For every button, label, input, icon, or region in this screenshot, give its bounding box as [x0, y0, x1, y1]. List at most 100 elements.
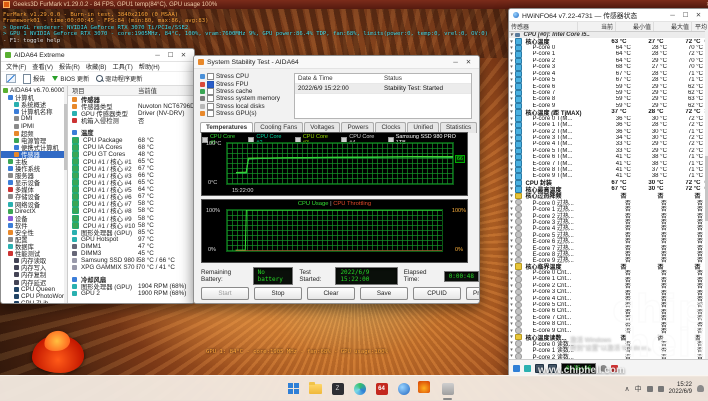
tree-item[interactable]: 计算机名称: [1, 108, 67, 115]
menu-item[interactable]: 报告(R): [59, 62, 80, 71]
tree-item[interactable]: 安全性: [1, 229, 67, 236]
expand-arrow-icon[interactable]: ▾: [509, 289, 514, 295]
notification-bell-icon[interactable]: [697, 385, 704, 392]
tree-scrollbar[interactable]: [64, 86, 67, 304]
expand-arrow-icon[interactable]: ▾: [509, 122, 514, 128]
network-icon[interactable]: [647, 386, 653, 392]
expand-arrow-icon[interactable]: ▾: [509, 257, 514, 263]
expand-arrow-icon[interactable]: ▾: [509, 116, 514, 122]
stress-option[interactable]: Stress GPU(s): [200, 110, 280, 117]
stress-checkbox[interactable]: [207, 103, 214, 110]
tree-item[interactable]: 内存延迟: [1, 279, 67, 286]
stress-option[interactable]: Stress system memory: [200, 95, 280, 102]
expand-arrow-icon[interactable]: ▾: [509, 340, 514, 346]
hwinfo-sensor-row[interactable]: ▾ P-core 1 T(M... 36 °C 28 °C 72 °C 34 °…: [509, 122, 708, 128]
expand-arrow-icon[interactable]: ▾: [509, 173, 514, 179]
expand-arrow-icon[interactable]: ▾: [509, 129, 514, 135]
sensor-row[interactable]: CPU Package 68 °C: [68, 136, 194, 143]
expand-arrow-icon[interactable]: ▾: [509, 109, 514, 115]
hwinfo-sensor-row[interactable]: ▾ E-core 6 59 °C 29 °C 62 °C 58 °C: [509, 83, 708, 89]
sensor-row[interactable]: 图形处理器 (GPU) 85 °C: [68, 229, 194, 236]
tree-item[interactable]: 配置: [1, 236, 67, 243]
expand-arrow-icon[interactable]: ▾: [509, 193, 514, 199]
minimize-icon[interactable]: ─: [449, 57, 462, 68]
close-icon[interactable]: ✕: [692, 10, 705, 21]
expand-arrow-icon[interactable]: ▾: [509, 251, 514, 257]
log-row[interactable]: 2022/6/9 15:22:00 Stability Test: Starte…: [295, 84, 471, 94]
tree-item[interactable]: CPU ZLib: [1, 300, 67, 304]
minimize-icon[interactable]: ─: [666, 10, 679, 21]
maximize-icon[interactable]: ☐: [164, 50, 177, 61]
start-button[interactable]: [286, 381, 301, 396]
stress-checkbox[interactable]: [207, 95, 214, 102]
hwinfo-sensor-row[interactable]: ▾ E-core 8 T(M... 41 °C 37 °C 71 °C 42 °…: [509, 167, 708, 173]
expand-arrow-icon[interactable]: ▾: [509, 238, 514, 244]
expand-arrow-icon[interactable]: ▾: [509, 263, 514, 269]
close-icon[interactable]: ✕: [177, 50, 190, 61]
hwinfo-sensor-row[interactable]: ▾ E-core 8 59 °C 29 °C 63 °C 58 °C: [509, 96, 708, 102]
expand-arrow-icon[interactable]: ▾: [509, 64, 514, 70]
expand-arrow-icon[interactable]: ▾: [509, 244, 514, 250]
expand-arrow-icon[interactable]: ▾: [509, 167, 514, 173]
expand-arrow-icon[interactable]: ▾: [509, 84, 514, 90]
close-icon[interactable]: ✕: [462, 57, 475, 68]
expand-arrow-icon[interactable]: ▾: [509, 186, 514, 192]
expand-arrow-icon[interactable]: ▾: [509, 154, 514, 160]
stability-test-titlebar[interactable]: System Stability Test - AIDA64 ─ ✕: [194, 56, 479, 69]
hwinfo-sensor-row[interactable]: ▾ 核心温度 63 °C 27 °C 72 °C 63 °C: [509, 38, 708, 44]
action-button[interactable]: Start: [201, 287, 249, 300]
hwinfo-sensor-row[interactable]: ▾ E-core 6 T(M... 41 °C 38 °C 71 °C 42 °…: [509, 154, 708, 160]
expand-arrow-icon[interactable]: ▾: [509, 321, 514, 327]
expand-arrow-icon[interactable]: ▾: [509, 32, 514, 38]
expand-arrow-icon[interactable]: ▾: [509, 180, 514, 186]
aida64-taskbar-button[interactable]: 64: [374, 381, 389, 396]
hwinfo-sensor-row[interactable]: ▾ P-core 3 T(M... 34 °C 30 °C 72 °C 34 °…: [509, 135, 708, 141]
sensor-row[interactable]: 温度: [68, 129, 194, 136]
aida64-titlebar[interactable]: AIDA64 Extreme ─ ☐ ✕: [1, 49, 194, 62]
expand-arrow-icon[interactable]: ▾: [509, 302, 514, 308]
tree-item[interactable]: IPMI: [1, 122, 67, 129]
maximize-icon[interactable]: ☐: [679, 10, 692, 21]
sensor-row[interactable]: DIMM3 45 °C: [68, 250, 194, 257]
expand-arrow-icon[interactable]: ▾: [509, 308, 514, 314]
stress-option[interactable]: Stress CPU: [200, 73, 280, 80]
tree-item[interactable]: AIDA64 v6.70.6000: [1, 87, 67, 94]
minimize-icon[interactable]: ─: [151, 50, 164, 61]
hwinfo-sensor-row[interactable]: ▾ P-core 0 64 °C 28 °C 70 °C 63 °C: [509, 45, 708, 51]
ime-indicator[interactable]: 中: [635, 384, 642, 394]
tree-item[interactable]: 操作系统: [1, 165, 67, 172]
columns-arrows-icon[interactable]: [513, 365, 520, 372]
stress-checkbox[interactable]: [207, 110, 214, 117]
sensor-row[interactable]: DIMM1 47 °C: [68, 243, 194, 250]
menu-item[interactable]: 收藏(B): [86, 62, 107, 71]
sensor-row[interactable]: 图形处理器 (GPU) 1904 RPM (68%): [68, 283, 194, 290]
expand-arrow-icon[interactable]: ▾: [509, 276, 514, 282]
tray-overflow-chevron-icon[interactable]: ∧: [625, 385, 630, 393]
expand-arrow-icon[interactable]: ▾: [509, 334, 514, 340]
action-button[interactable]: CPUID: [413, 287, 461, 300]
expand-arrow-icon[interactable]: ▾: [509, 90, 514, 96]
expand-arrow-icon[interactable]: ▾: [509, 283, 514, 289]
tree-item[interactable]: 网络设备: [1, 201, 67, 208]
tree-item[interactable]: DirectX: [1, 208, 67, 215]
hwinfo-sensor-row[interactable]: ▾ P-core 2 T(M... 36 °C 30 °C 71 °C 34 °…: [509, 128, 708, 134]
tree-item[interactable]: 显示设备: [1, 179, 67, 186]
stress-checkbox[interactable]: [207, 81, 214, 88]
stress-option[interactable]: Stress FPU: [200, 80, 280, 87]
bios-update-button[interactable]: BIOS 更新: [52, 73, 89, 84]
menu-item[interactable]: 文件(F): [6, 62, 26, 71]
report-button[interactable]: 报告: [23, 74, 45, 84]
sensor-row[interactable]: GPU Hotspot 97 °C: [68, 236, 194, 243]
expand-arrow-icon[interactable]: ▾: [509, 315, 514, 321]
expand-arrow-icon[interactable]: ▾: [509, 347, 514, 353]
furmark-taskbar-button[interactable]: [418, 381, 433, 396]
stress-checkbox[interactable]: [207, 88, 214, 95]
expand-arrow-icon[interactable]: ▾: [509, 58, 514, 64]
expand-arrow-icon[interactable]: ▾: [509, 51, 514, 57]
expand-arrow-icon[interactable]: ▾: [509, 270, 514, 276]
sensor-row[interactable]: GPU 2 1900 RPM (68%): [68, 290, 194, 297]
expand-arrow-icon[interactable]: ▾: [509, 161, 514, 167]
action-button[interactable]: Preferences: [466, 287, 480, 300]
action-button[interactable]: Save: [360, 287, 408, 300]
tree-item[interactable]: CPU Queen: [1, 286, 67, 293]
